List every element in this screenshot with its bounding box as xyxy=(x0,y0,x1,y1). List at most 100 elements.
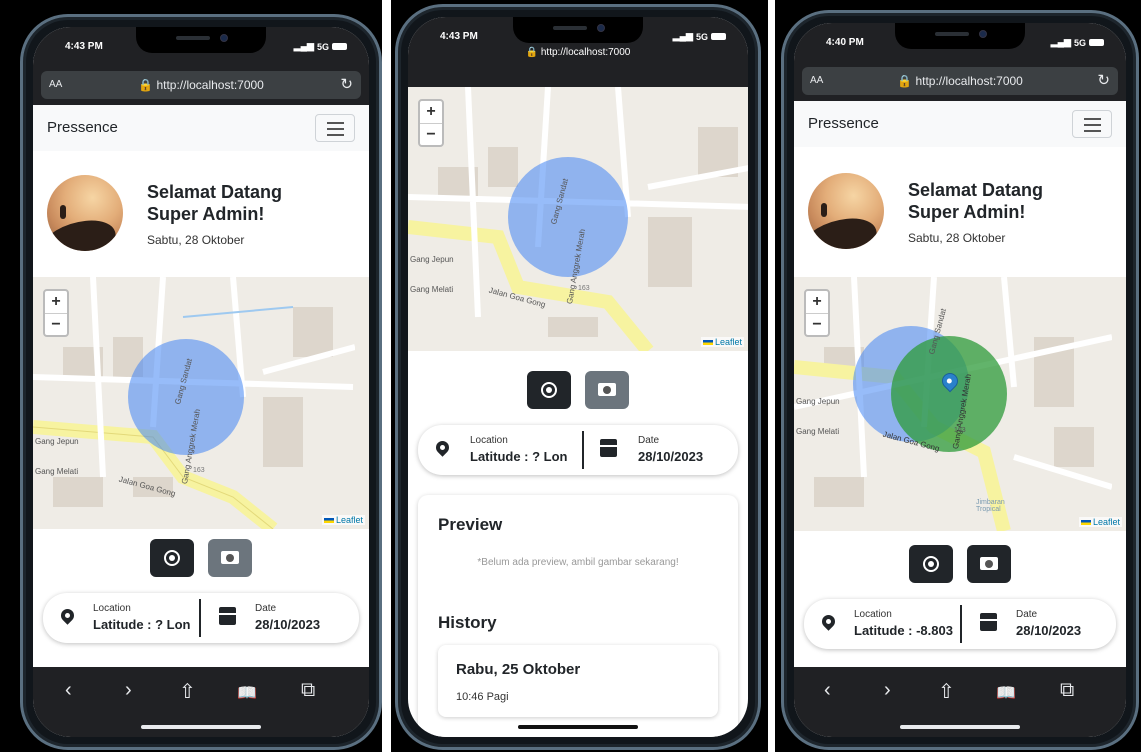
camera-icon xyxy=(221,551,240,564)
back-icon[interactable]: ‹ xyxy=(824,679,831,702)
location-value: Latitude : -8.803 xyxy=(854,623,953,638)
browser-url-bar: AA 🔒 http://localhost:7000 ↻ xyxy=(33,67,369,105)
preview-title: Preview xyxy=(438,515,503,534)
zoom-in-button[interactable]: + xyxy=(420,101,442,123)
navbar-brand[interactable]: Pressence xyxy=(808,115,879,132)
status-time: 4:43 PM xyxy=(65,41,103,52)
preview-history-card: Preview *Belum ada preview, ambil gambar… xyxy=(418,495,738,737)
location-date-card: Location Latitude : ? Lon Date 28/10/202… xyxy=(43,593,359,643)
zoom-in-button[interactable]: + xyxy=(806,291,828,313)
phone-2-screen: 4:43 PM ▂▄▆ 5G 🔒 http://localhost:7000 +… xyxy=(408,17,748,737)
location-label: Location xyxy=(470,435,508,446)
hamburger-icon[interactable] xyxy=(1072,110,1112,138)
leaflet-map[interactable]: + − Gang Sandat Gang Anggrek Merah Gang … xyxy=(408,87,748,351)
welcome-date: Sabtu, 28 Oktober xyxy=(908,231,1006,245)
phone-1-screen: 4:43 PM ▂▄▆ 5G AA 🔒 http://localhost:700… xyxy=(33,27,369,737)
battery-icon xyxy=(1089,39,1104,46)
street-label: Gang Melati xyxy=(35,467,79,476)
phone-2: 4:43 PM ▂▄▆ 5G 🔒 http://localhost:7000 +… xyxy=(395,4,761,750)
forward-icon[interactable]: › xyxy=(884,679,891,702)
location-value: Latitude : ? Lon xyxy=(93,617,191,632)
back-icon[interactable]: ‹ xyxy=(65,679,72,702)
signal-label: 5G xyxy=(1073,37,1086,48)
status-time: 4:43 PM xyxy=(440,31,478,42)
url-text[interactable]: 🔒 http://localhost:7000 xyxy=(802,74,1118,88)
crosshair-icon xyxy=(922,556,939,572)
reload-icon[interactable]: ↻ xyxy=(1097,71,1110,89)
home-indicator xyxy=(900,725,1020,729)
avatar xyxy=(47,175,123,251)
share-icon[interactable]: ⇧ xyxy=(179,679,196,704)
date-label: Date xyxy=(255,603,277,614)
url-text[interactable]: 🔒 http://localhost:7000 xyxy=(408,47,748,58)
address-field[interactable]: AA 🔒 http://localhost:7000 ↻ xyxy=(802,67,1118,95)
hamburger-icon[interactable] xyxy=(315,114,355,142)
map-pin-icon xyxy=(433,438,452,457)
share-icon[interactable]: ⇧ xyxy=(938,679,955,704)
status-time: 4:40 PM xyxy=(826,37,864,48)
zoom-out-button[interactable]: − xyxy=(806,313,828,335)
zoom-in-button[interactable]: + xyxy=(45,291,67,313)
zoom-out-button[interactable]: − xyxy=(420,123,442,145)
divider xyxy=(199,599,201,637)
notch xyxy=(136,27,266,53)
url-text[interactable]: 🔒 http://localhost:7000 xyxy=(41,78,361,92)
welcome-title: Selamat Datang Super Admin! xyxy=(147,182,283,224)
bookmarks-icon[interactable]: 📖 xyxy=(237,683,257,703)
welcome-section: Selamat Datang Super Admin! Sabtu, 28 Ok… xyxy=(808,173,1108,253)
address-field[interactable]: AA 🔒 http://localhost:7000 ↻ xyxy=(41,71,361,99)
camera-icon xyxy=(598,383,617,396)
locate-button[interactable] xyxy=(908,545,953,583)
leaflet-attribution[interactable]: Leaflet xyxy=(700,337,744,347)
zoom-control: + − xyxy=(418,99,444,147)
map-tiles xyxy=(408,87,748,351)
calendar-icon xyxy=(219,607,236,625)
phone-3-frame-bg: 4:40 PM ▂▄▆ 5G AA 🔒 http://localhost:700… xyxy=(775,0,1141,752)
url-label: http://localhost:7000 xyxy=(915,74,1023,88)
zoom-out-button[interactable]: − xyxy=(45,313,67,335)
camera-button[interactable] xyxy=(585,371,630,409)
history-time: 10:46 Pagi xyxy=(456,691,509,703)
history-title: History xyxy=(438,613,497,632)
map-pin-icon xyxy=(58,606,77,625)
browser-toolbar: ‹ › ⇧ 📖 ⧉ xyxy=(33,667,369,737)
street-label: Gang Melati xyxy=(796,427,840,436)
forward-icon[interactable]: › xyxy=(125,679,132,702)
date-label: Date xyxy=(1016,609,1038,620)
calendar-icon xyxy=(980,613,997,631)
bookmarks-icon[interactable]: 📖 xyxy=(996,683,1016,703)
street-label: 163 xyxy=(193,467,205,474)
history-item[interactable]: Rabu, 25 Oktober 10:46 Pagi xyxy=(438,645,718,717)
battery-icon xyxy=(711,33,726,40)
locate-button[interactable] xyxy=(526,371,571,409)
leaflet-attribution[interactable]: Leaflet xyxy=(321,515,365,525)
tabs-icon[interactable]: ⧉ xyxy=(301,679,315,702)
status-indicators: ▂▄▆ 5G xyxy=(673,31,726,42)
phone-3-screen: 4:40 PM ▂▄▆ 5G AA 🔒 http://localhost:700… xyxy=(794,23,1126,737)
camera-button[interactable] xyxy=(967,545,1012,583)
leaflet-attribution[interactable]: Leaflet xyxy=(1078,517,1122,527)
camera-button[interactable] xyxy=(208,539,253,577)
signal-label: 5G xyxy=(316,41,329,52)
zoom-control: + − xyxy=(43,289,69,337)
tabs-icon[interactable]: ⧉ xyxy=(1060,679,1074,702)
reload-icon[interactable]: ↻ xyxy=(340,75,353,93)
phone-3: 4:40 PM ▂▄▆ 5G AA 🔒 http://localhost:700… xyxy=(781,10,1139,750)
navbar-brand[interactable]: Pressence xyxy=(47,119,118,136)
url-label: http://localhost:7000 xyxy=(156,78,264,92)
browser-toolbar: ‹ › ⇧ 📖 ⧉ xyxy=(794,667,1126,737)
zoom-control: + − xyxy=(804,289,830,337)
leaflet-map[interactable]: + − Gang Sandat Gang Anggrek Merah Gang … xyxy=(33,277,369,529)
date-value: 28/10/2023 xyxy=(638,449,704,464)
location-value: Latitude : ? Lon xyxy=(470,449,568,464)
street-label: Gang Melati xyxy=(410,285,454,294)
locate-button[interactable] xyxy=(149,539,194,577)
signal-icon: ▂▄▆ xyxy=(672,31,693,41)
status-bar: 4:43 PM ▂▄▆ 5G 🔒 http://localhost:7000 xyxy=(408,17,748,87)
status-indicators: ▂▄▆ 5G xyxy=(294,41,347,52)
history-date: Rabu, 25 Oktober xyxy=(456,661,581,678)
welcome-date: Sabtu, 28 Oktober xyxy=(147,233,245,247)
leaflet-map[interactable]: + − Gang Sandat Gang Anggrek Merah Gang … xyxy=(794,277,1126,531)
phone-1: 4:43 PM ▂▄▆ 5G AA 🔒 http://localhost:700… xyxy=(20,14,382,750)
divider xyxy=(582,431,584,469)
